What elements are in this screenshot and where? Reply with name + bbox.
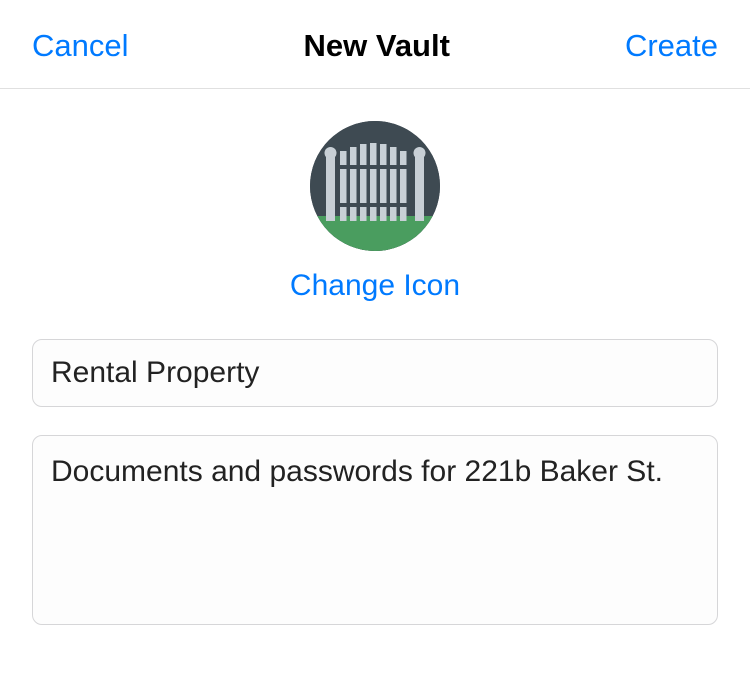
new-vault-modal: Cancel New Vault Create [0,0,750,680]
create-button[interactable]: Create [625,28,718,64]
modal-content: Change Icon [0,89,750,680]
change-icon-button[interactable]: Change Icon [290,269,460,303]
vault-icon-preview[interactable] [310,121,440,251]
vault-name-input[interactable] [32,339,718,407]
gate-icon [310,238,440,251]
modal-title: New Vault [304,28,450,64]
cancel-button[interactable]: Cancel [32,28,129,64]
vault-description-textarea[interactable] [32,435,718,625]
modal-header: Cancel New Vault Create [0,0,750,89]
